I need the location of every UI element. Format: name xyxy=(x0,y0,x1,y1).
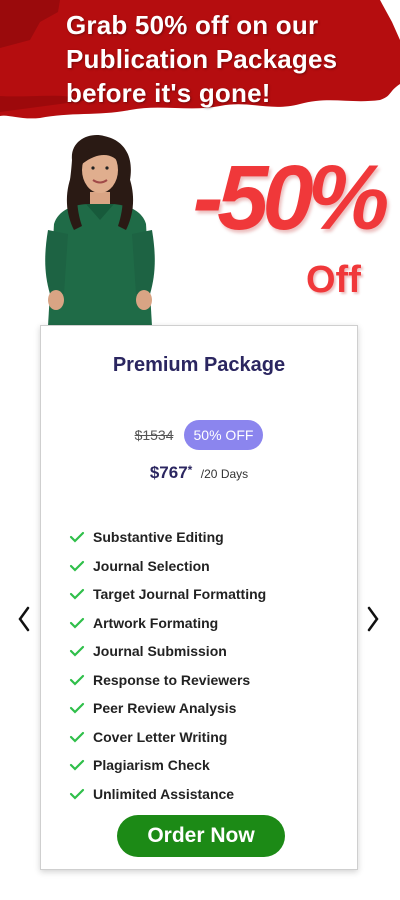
price-row: $1534 50% OFF xyxy=(41,420,357,450)
promo-banner: Grab 50% off on our Publication Packages… xyxy=(0,0,400,120)
sale-price-row: $767* /20 Days xyxy=(41,463,357,483)
feature-label: Plagiarism Check xyxy=(93,757,210,774)
price-asterisk: * xyxy=(187,463,193,477)
feature-item: Plagiarism Check xyxy=(69,751,266,780)
chevron-right-icon[interactable] xyxy=(363,604,383,634)
check-icon xyxy=(69,703,85,714)
banner-headline: Grab 50% off on our Publication Packages… xyxy=(66,8,396,110)
sale-price: $767 xyxy=(149,463,188,482)
feature-label: Cover Letter Writing xyxy=(93,728,228,745)
package-title: Premium Package xyxy=(112,354,286,376)
check-icon xyxy=(69,589,85,600)
discount-graphic: -50% Off xyxy=(188,147,390,310)
feature-label: Target Journal Formatting xyxy=(93,586,267,603)
chevron-left-icon[interactable] xyxy=(14,604,34,634)
feature-label: Journal Submission xyxy=(93,643,227,660)
feature-item: Cover Letter Writing xyxy=(69,723,266,752)
feature-item: Substantive Editing xyxy=(69,523,266,552)
check-icon xyxy=(69,532,85,543)
banner-line-1: Grab 50% off on our xyxy=(66,10,319,40)
check-icon xyxy=(69,560,85,572)
check-icon xyxy=(69,646,85,657)
feature-item: Journal Submission xyxy=(69,637,266,666)
check-icon xyxy=(69,731,85,743)
discount-badge: 50% OFF xyxy=(183,420,264,450)
banner-line-2: Publication Packages xyxy=(66,44,338,74)
check-icon xyxy=(69,617,85,629)
check-icon xyxy=(69,788,85,800)
feature-list: Substantive Editing Journal Selection Ta… xyxy=(69,523,266,808)
feature-label: Unlimited Assistance xyxy=(93,785,235,802)
price-duration: /20 Days xyxy=(200,467,249,481)
feature-item: Response to Reviewers xyxy=(69,666,266,695)
feature-label: Artwork Formating xyxy=(93,614,219,631)
feature-item: Artwork Formating xyxy=(69,609,266,638)
feature-label: Substantive Editing xyxy=(93,529,224,546)
banner-line-3: before it's gone! xyxy=(66,78,271,108)
discount-off-label: Off xyxy=(306,259,361,301)
order-now-button[interactable]: Order Now xyxy=(117,815,285,857)
feature-label: Peer Review Analysis xyxy=(93,700,237,717)
feature-item: Journal Selection xyxy=(69,552,266,581)
woman-illustration xyxy=(45,135,155,326)
feature-item: Target Journal Formatting xyxy=(69,580,266,609)
original-price: $1534 xyxy=(134,427,174,443)
feature-label: Journal Selection xyxy=(93,557,210,574)
feature-item: Unlimited Assistance xyxy=(69,780,266,809)
feature-label: Response to Reviewers xyxy=(93,671,251,688)
check-icon xyxy=(69,674,85,686)
pricing-card: Premium Package $1534 50% OFF $767* /20 … xyxy=(40,325,358,870)
feature-item: Peer Review Analysis xyxy=(69,694,266,723)
discount-percent: -50% xyxy=(192,147,390,249)
check-icon xyxy=(69,760,85,771)
